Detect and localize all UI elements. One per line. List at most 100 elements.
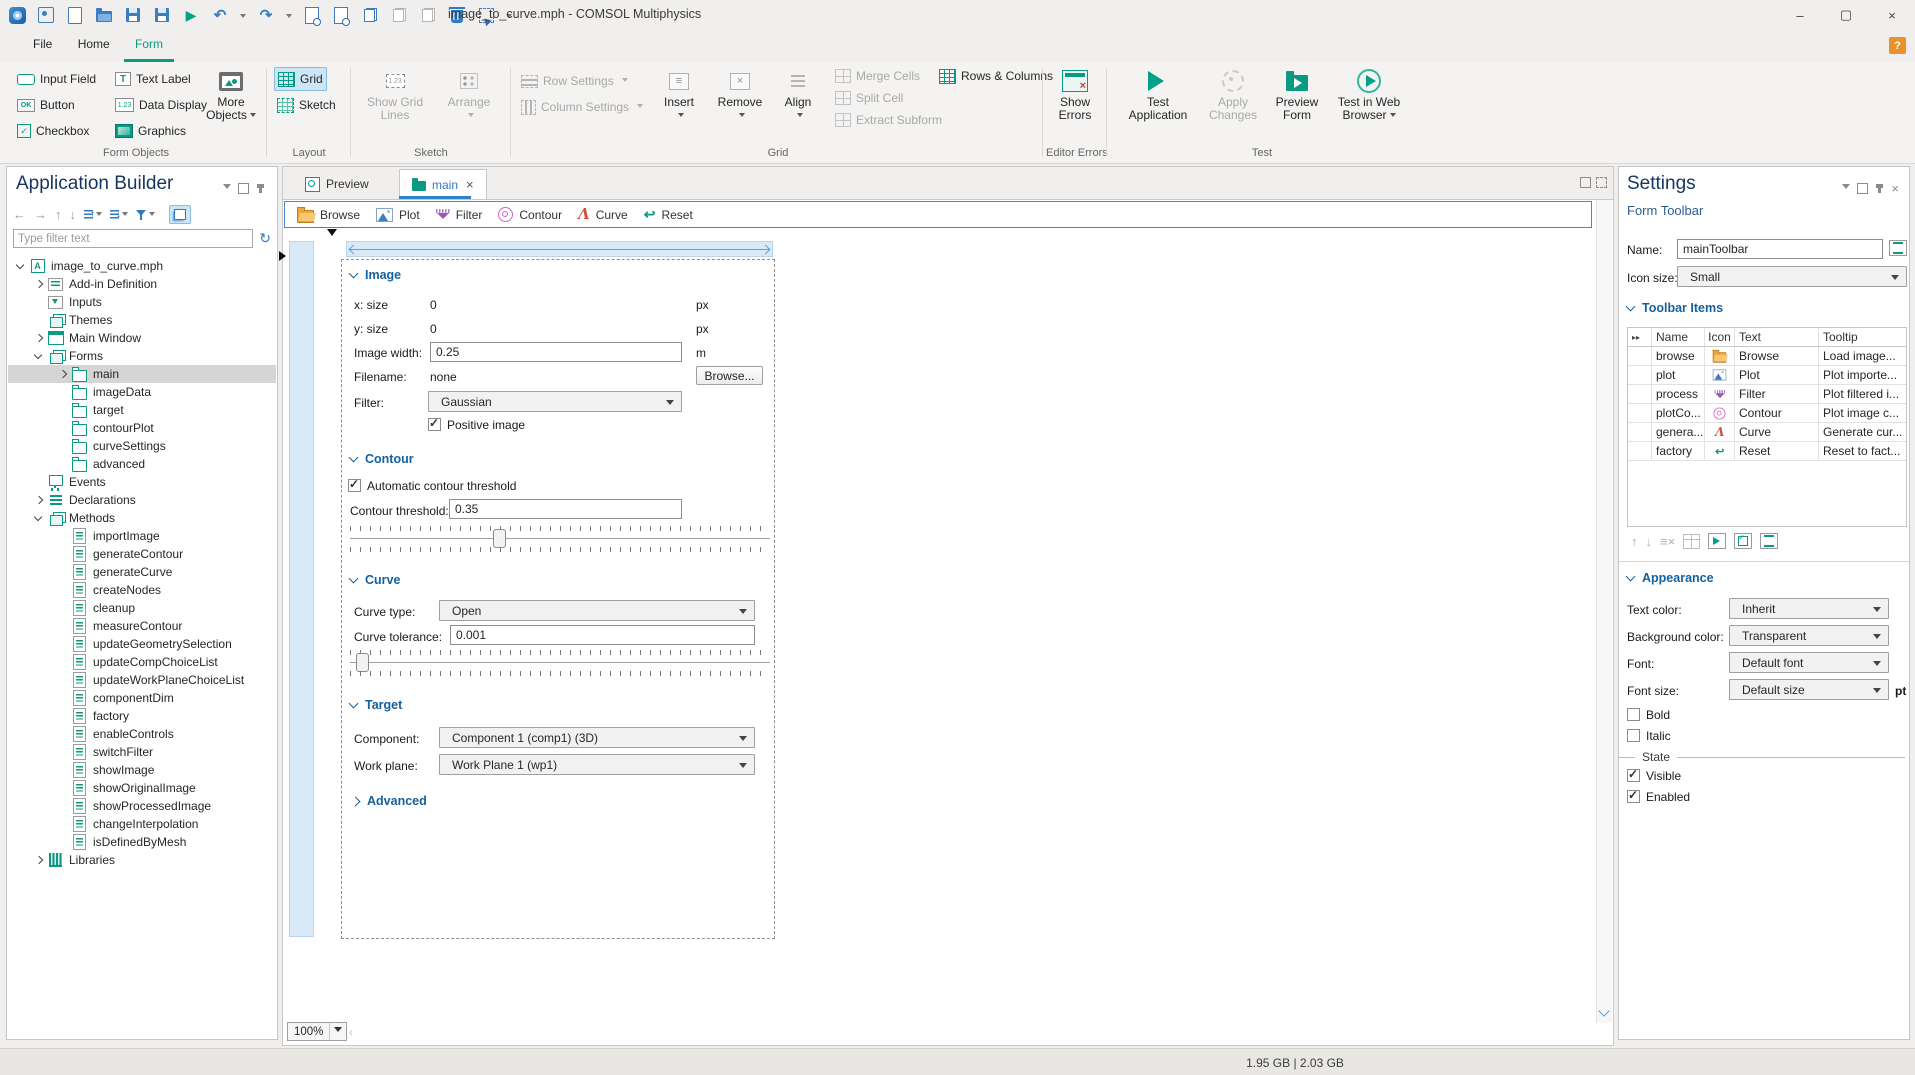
tree-item-componentdim[interactable]: componentDim xyxy=(8,689,276,707)
model-wizard-icon[interactable] xyxy=(37,6,55,24)
refresh-icon[interactable]: ↻ xyxy=(259,230,271,247)
tab-home[interactable]: Home xyxy=(67,30,121,62)
scroll-down-icon[interactable] xyxy=(1598,1005,1610,1017)
section-target[interactable]: Target xyxy=(348,698,402,712)
show-in-settings-toggle[interactable] xyxy=(169,204,191,224)
table-row[interactable]: factory ↩ Reset Reset to fact... xyxy=(1628,442,1906,461)
new-file-icon[interactable] xyxy=(66,6,84,24)
filter-select[interactable]: Gaussian xyxy=(428,391,682,412)
tree-item-curvesettings[interactable]: curveSettings xyxy=(8,437,276,455)
undo-menu-icon[interactable] xyxy=(240,13,246,21)
form-canvas[interactable]: Image x: size 0 px y: size 0 px Image wi… xyxy=(341,259,775,939)
graphics-button[interactable]: Graphics xyxy=(112,120,210,142)
font-select[interactable]: Default font xyxy=(1729,652,1889,673)
editor-float-icon[interactable] xyxy=(1596,177,1607,188)
curve-tolerance-slider[interactable] xyxy=(350,653,770,672)
checkbox-button[interactable]: Checkbox xyxy=(14,120,99,142)
grid-column-header[interactable] xyxy=(346,241,773,257)
tree-item-showprocessedimage[interactable]: showProcessedImage xyxy=(8,797,276,815)
tree-item-generatecontour[interactable]: generateContour xyxy=(8,545,276,563)
tree-item-addin-definition[interactable]: Add-in Definition xyxy=(8,275,276,293)
tree-item-showoriginalimage[interactable]: showOriginalImage xyxy=(8,779,276,797)
tree-item-events[interactable]: Events xyxy=(8,473,276,491)
table-row[interactable]: plotCo... Contour Plot image c... xyxy=(1628,404,1906,423)
expander-icon[interactable] xyxy=(32,493,46,507)
expander-icon[interactable] xyxy=(32,331,46,345)
visible-checkbox[interactable] xyxy=(1627,767,1640,782)
table-row[interactable]: browse Browse Load image... xyxy=(1628,347,1906,366)
open-file-icon[interactable] xyxy=(95,6,113,24)
tree-item-target[interactable]: target xyxy=(8,401,276,419)
rename-button[interactable] xyxy=(1889,240,1907,256)
table-row[interactable]: plot Plot Plot importe... xyxy=(1628,366,1906,385)
collapse-all-button[interactable]: ↓ xyxy=(110,209,128,220)
tree-item-methods[interactable]: Methods xyxy=(8,509,276,527)
add-checkbox-item-icon[interactable] xyxy=(1734,533,1753,549)
expander-icon[interactable] xyxy=(32,349,46,363)
align-button[interactable]: Align xyxy=(776,66,820,122)
section-image[interactable]: Image xyxy=(348,268,401,282)
more-objects-button[interactable]: More Objects xyxy=(202,66,260,122)
save-icon[interactable] xyxy=(124,6,142,24)
zoom-control[interactable]: 100% xyxy=(287,1022,348,1041)
browse-file-button[interactable]: Browse... xyxy=(696,366,763,385)
expander-icon[interactable] xyxy=(56,367,70,381)
tree-item-libraries[interactable]: Libraries xyxy=(8,851,276,869)
tab-file[interactable]: File xyxy=(22,30,63,62)
panel-pin-icon[interactable] xyxy=(257,184,264,193)
tree-item-updatecompchoicelist[interactable]: updateCompChoiceList xyxy=(8,653,276,671)
text-color-select[interactable]: Inherit xyxy=(1729,598,1889,619)
section-curve[interactable]: Curve xyxy=(348,573,400,587)
redo-menu-icon[interactable] xyxy=(286,13,292,21)
tree-item-themes[interactable]: Themes xyxy=(8,311,276,329)
find-replace-icon[interactable] xyxy=(332,6,350,26)
save-search-icon[interactable] xyxy=(153,6,171,24)
remove-button[interactable]: × Remove xyxy=(712,66,768,122)
tree-item-changeinterpolation[interactable]: changeInterpolation xyxy=(8,815,276,833)
tab-main[interactable]: main × xyxy=(399,169,487,199)
add-toggle-item-icon[interactable] xyxy=(1708,533,1727,549)
panel-maximize-icon[interactable] xyxy=(238,183,249,194)
work-plane-select[interactable]: Work Plane 1 (wp1) xyxy=(439,754,755,775)
section-toolbar-items[interactable]: Toolbar Items xyxy=(1625,301,1723,315)
filter-input[interactable] xyxy=(13,229,254,248)
filter-menu-button[interactable] xyxy=(136,207,155,221)
button-button[interactable]: OK Button xyxy=(14,94,99,116)
tree-item-main-window[interactable]: Main Window xyxy=(8,329,276,347)
forward-icon[interactable]: → xyxy=(34,207,47,222)
preview-form-button[interactable]: Preview Form xyxy=(1268,66,1326,122)
insert-button[interactable]: ≡ Insert xyxy=(654,66,704,122)
run-icon[interactable]: ▶ xyxy=(182,6,200,24)
curve-toolbar-button[interactable]: Λ Curve xyxy=(578,207,628,222)
tree-item-inputs[interactable]: Inputs xyxy=(8,293,276,311)
redo-icon[interactable]: ↷ xyxy=(257,6,275,24)
panel-pin-icon[interactable] xyxy=(1876,184,1884,193)
panel-menu-icon[interactable] xyxy=(223,184,231,193)
curve-tolerance-input[interactable]: 0.001 xyxy=(450,625,755,645)
tree-item-createnodes[interactable]: createNodes xyxy=(8,581,276,599)
rows-columns-button[interactable]: Rows & Columns xyxy=(936,65,1056,87)
zoom-menu-icon[interactable] xyxy=(329,1023,346,1040)
show-errors-button[interactable]: Show Errors xyxy=(1050,66,1100,122)
move-up-icon[interactable]: ↑ xyxy=(55,207,62,222)
auto-contour-threshold-checkbox[interactable] xyxy=(348,477,361,492)
browse-toolbar-button[interactable]: Browse xyxy=(297,206,360,223)
component-select[interactable]: Component 1 (comp1) (3D) xyxy=(439,727,755,748)
copy-icon[interactable] xyxy=(361,6,379,24)
add-separator-item-icon[interactable] xyxy=(1760,533,1779,549)
font-size-select[interactable]: Default size xyxy=(1729,679,1889,700)
expander-icon[interactable] xyxy=(14,259,28,273)
image-width-input[interactable]: 0.25 xyxy=(430,342,682,362)
expander-icon[interactable] xyxy=(32,277,46,291)
data-display-button[interactable]: 1.23 Data Display xyxy=(112,94,210,116)
table-row[interactable]: genera... Λ Curve Generate cur... xyxy=(1628,423,1906,442)
panel-menu-icon[interactable] xyxy=(1842,184,1851,193)
tree-item-measurecontour[interactable]: measureContour xyxy=(8,617,276,635)
undo-icon[interactable]: ↶ xyxy=(211,6,229,24)
name-input[interactable]: mainToolbar xyxy=(1677,239,1883,259)
row-marker-icon[interactable] xyxy=(279,251,291,261)
tab-preview[interactable]: Preview xyxy=(293,169,381,199)
tree-item-enablecontrols[interactable]: enableControls xyxy=(8,725,276,743)
test-in-web-browser-button[interactable]: Test in Web Browser xyxy=(1330,66,1408,122)
tree-item-updategeometryselection[interactable]: updateGeometrySelection xyxy=(8,635,276,653)
